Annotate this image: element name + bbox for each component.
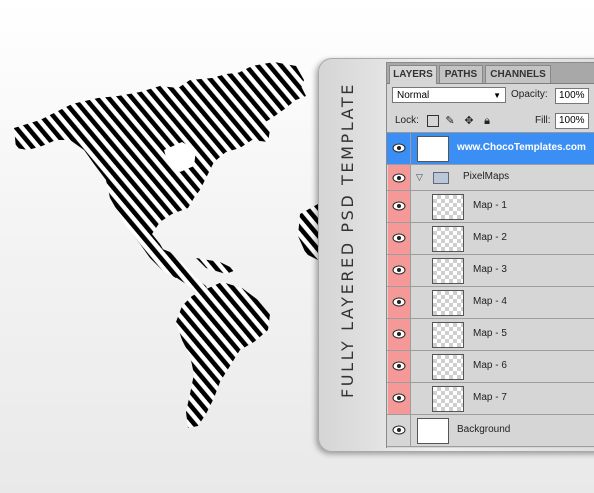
brush-lock-icon[interactable]: ✎	[444, 115, 456, 127]
lock-label: Lock:	[395, 115, 419, 126]
layer-name: Map - 4	[473, 296, 507, 307]
layer-name: Map - 7	[473, 392, 507, 403]
chevron-down-icon: ▼	[493, 91, 501, 100]
opacity-label: Opacity:	[511, 89, 548, 100]
map-layer-row[interactable]: Map - 4	[387, 287, 594, 319]
folder-icon	[433, 172, 449, 184]
tab-layers[interactable]: LAYERS	[389, 65, 437, 84]
visibility-toggle[interactable]	[388, 351, 411, 382]
vertical-title: FULLY LAYERED PSD TEMPLATE	[338, 82, 357, 398]
eye-icon	[392, 201, 406, 211]
eye-icon	[392, 297, 406, 307]
visibility-toggle[interactable]	[388, 255, 411, 286]
map-layer-row[interactable]: Map - 7	[387, 383, 594, 415]
layer-thumbnail	[432, 386, 464, 412]
group-name: PixelMaps	[463, 171, 510, 182]
layer-thumbnail	[432, 322, 464, 348]
layer-name: Background	[457, 424, 511, 435]
visibility-toggle[interactable]	[388, 133, 411, 164]
map-layer-row[interactable]: Map - 1	[387, 191, 594, 223]
eye-icon	[392, 265, 406, 275]
layer-thumbnail	[432, 290, 464, 316]
blend-mode-select[interactable]: Normal ▼	[392, 87, 506, 103]
eye-icon	[392, 173, 406, 183]
layer-thumbnail	[417, 136, 449, 162]
fill-input[interactable]: 100%	[555, 113, 589, 129]
layer-thumbnail	[432, 354, 464, 380]
fill-label: Fill:	[535, 115, 551, 126]
layer-thumbnail	[432, 226, 464, 252]
layer-row-top[interactable]: www.ChocoTemplates.com	[387, 133, 594, 165]
europe-edge-shape	[298, 204, 318, 260]
expand-triangle-icon[interactable]: ▽	[416, 172, 423, 183]
visibility-toggle[interactable]	[388, 191, 411, 222]
visibility-toggle[interactable]	[388, 165, 411, 190]
blend-row: Normal ▼ Opacity: 100%	[387, 84, 594, 108]
eye-icon	[392, 143, 406, 153]
layer-name: Map - 1	[473, 200, 507, 211]
layer-name: Map - 2	[473, 232, 507, 243]
tab-paths[interactable]: PATHS	[439, 65, 483, 83]
layers-panel: LAYERS PATHS CHANNELS Normal ▼ Opacity: …	[386, 62, 594, 448]
visibility-toggle[interactable]	[388, 319, 411, 350]
transparency-lock-icon[interactable]	[427, 115, 439, 127]
eye-icon	[392, 329, 406, 339]
eye-icon	[392, 361, 406, 371]
central-america-shape	[150, 244, 210, 296]
visibility-toggle[interactable]	[388, 223, 411, 254]
visibility-toggle[interactable]	[388, 287, 411, 318]
padlock-icon[interactable]: 🔒︎	[481, 115, 493, 127]
visibility-toggle[interactable]	[388, 415, 411, 446]
background-layer-row[interactable]: Background	[387, 415, 594, 447]
tab-channels[interactable]: CHANNELS	[485, 65, 551, 83]
map-layer-row[interactable]: Map - 3	[387, 255, 594, 287]
eye-icon	[392, 393, 406, 403]
lock-row: Lock: ✎ ✥ 🔒︎ Fill: 100%	[387, 110, 594, 133]
opacity-input[interactable]: 100%	[555, 88, 589, 104]
move-lock-icon[interactable]: ✥	[463, 115, 475, 127]
layer-name: Map - 6	[473, 360, 507, 371]
layer-thumbnail	[417, 418, 449, 444]
panel-tabs: LAYERS PATHS CHANNELS	[387, 63, 594, 84]
caribbean-shape	[196, 258, 236, 274]
blend-mode-value: Normal	[397, 90, 430, 101]
south-america-shape	[176, 282, 270, 428]
layer-group-row[interactable]: ▽ PixelMaps	[387, 165, 594, 191]
visibility-toggle[interactable]	[388, 383, 411, 414]
map-layer-row[interactable]: Map - 5	[387, 319, 594, 351]
map-layer-row[interactable]: Map - 6	[387, 351, 594, 383]
layer-thumbnail	[432, 258, 464, 284]
map-layer-row[interactable]: Map - 2	[387, 223, 594, 255]
eye-icon	[392, 425, 406, 435]
layer-name: www.ChocoTemplates.com	[457, 142, 586, 153]
layer-thumbnail	[432, 194, 464, 220]
eye-icon	[392, 233, 406, 243]
layer-name: Map - 3	[473, 264, 507, 275]
layer-name: Map - 5	[473, 328, 507, 339]
